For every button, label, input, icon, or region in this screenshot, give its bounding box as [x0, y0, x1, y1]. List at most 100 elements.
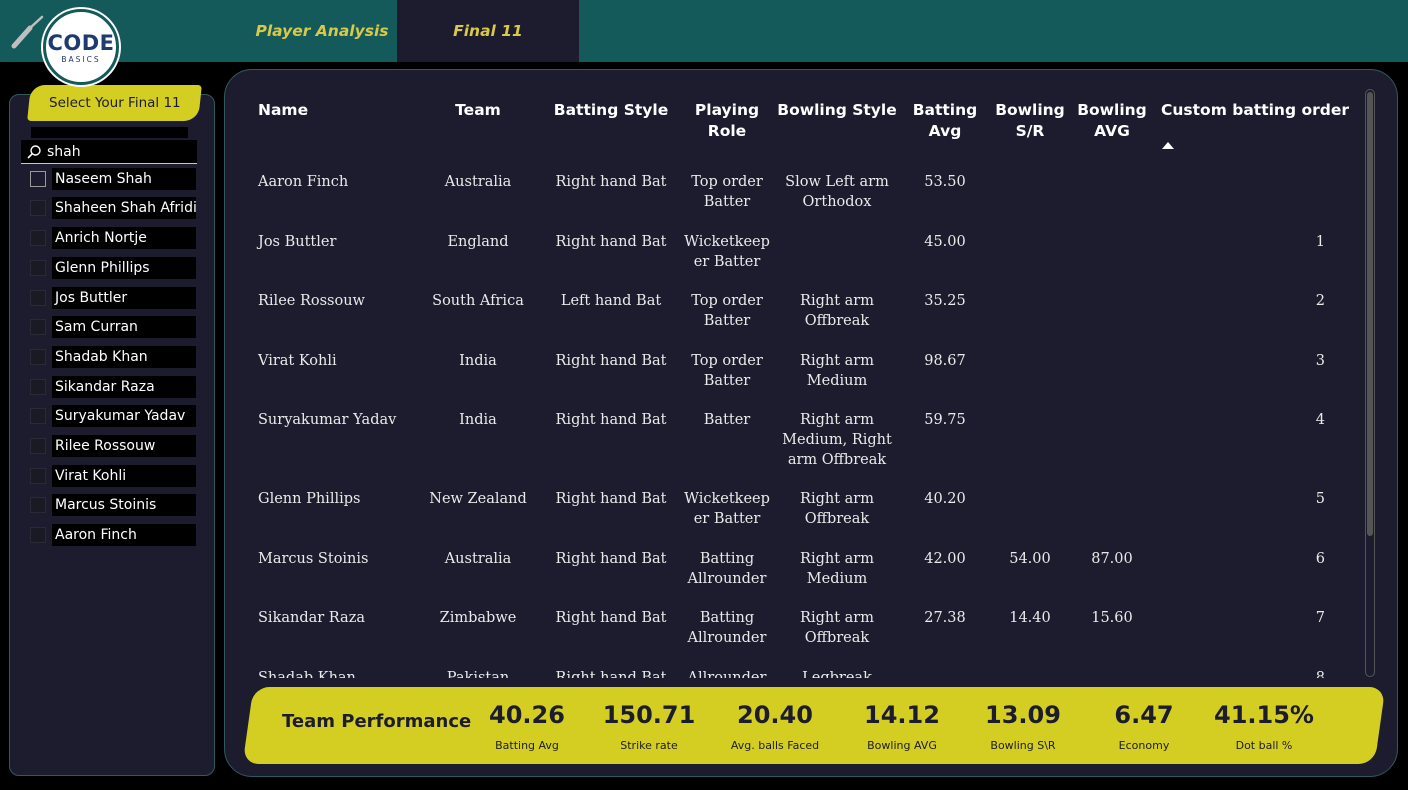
kpi-strike-rate-value: 150.71: [602, 701, 696, 729]
col-header-batting-style[interactable]: Batting Style: [551, 100, 671, 121]
players-table: Name Team Batting Style Playing Role Bow…: [224, 69, 1398, 777]
cell-order: 6: [1315, 551, 1325, 567]
col-header-team[interactable]: Team: [428, 100, 528, 121]
cell-bowling-style: Right arm Offbreak: [800, 491, 874, 527]
checkbox[interactable]: [30, 438, 46, 454]
table-scrollbar[interactable]: [1365, 89, 1375, 677]
cell-bowling-sr: 14.40: [1009, 610, 1051, 626]
checkbox[interactable]: [30, 379, 46, 395]
cell-bowling-style: Slow Left arm Orthodox: [785, 174, 889, 210]
checkbox[interactable]: [30, 527, 46, 543]
cell-name: Marcus Stoinis: [258, 551, 369, 567]
cell-order: 3: [1315, 353, 1325, 369]
kpi-economy-label: Economy: [1118, 739, 1170, 752]
checkbox[interactable]: [30, 260, 46, 276]
checkbox[interactable]: [30, 349, 46, 365]
search-icon: [21, 140, 47, 164]
slicer-item[interactable]: Shaheen Shah Afridi: [28, 197, 198, 219]
checkbox[interactable]: [30, 200, 46, 216]
kpi-batting-avg-label: Batting Avg: [495, 739, 559, 752]
search-box[interactable]: shah: [21, 140, 197, 164]
checkbox[interactable]: [30, 497, 46, 513]
col-header-name[interactable]: Name: [258, 100, 308, 121]
checkbox[interactable]: [30, 319, 46, 335]
cell-team: Zimbabwe: [439, 610, 517, 626]
tab-final-11[interactable]: Final 11: [397, 0, 579, 62]
kpi-avg-balls-label: Avg. balls Faced: [730, 739, 820, 752]
cell-batting-avg: 59.75: [924, 412, 966, 428]
checkbox[interactable]: [30, 408, 46, 424]
col-header-batting-avg[interactable]: Batting Avg: [909, 100, 981, 142]
cell-name: Rilee Rossouw: [258, 293, 365, 309]
kpi-bowling-avg-value: 14.12: [864, 701, 940, 729]
slicer-item[interactable]: Sam Curran: [28, 316, 198, 338]
slicer-title: Select Your Final 11: [27, 85, 202, 121]
cell-playing-role: Top order Batter: [691, 174, 763, 210]
cell-playing-role: Top order Batter: [691, 293, 763, 329]
col-header-playing-role[interactable]: Playing Role: [687, 100, 767, 142]
table-row[interactable]: Shadab Khan Pakistan Right hand Bat Allr…: [225, 668, 1365, 678]
cell-order: 5: [1315, 491, 1325, 507]
tab-player-analysis[interactable]: Player Analysis: [232, 0, 412, 62]
cell-batting-avg: 27.38: [924, 610, 966, 626]
cell-batting-avg: 35.25: [924, 293, 966, 309]
cell-playing-role: Wicketkeeper Batter: [684, 234, 770, 270]
cell-team: India: [459, 412, 497, 428]
slicer-item[interactable]: Sikandar Raza: [28, 376, 198, 398]
checkbox[interactable]: [30, 230, 46, 246]
slicer-item[interactable]: Naseem Shah: [28, 168, 198, 190]
checkbox[interactable]: [30, 290, 46, 306]
cell-team: New Zealand: [429, 491, 527, 507]
cell-bowling-style: Right arm Offbreak: [800, 610, 874, 646]
slicer-item[interactable]: Aaron Finch: [28, 524, 198, 546]
cell-bowling-style: Right arm Offbreak: [800, 293, 874, 329]
sort-ascending-icon[interactable]: [1162, 142, 1174, 149]
kpi-dot-ball-value: 41.15%: [1214, 701, 1314, 729]
codebasics-logo: CODE BASICS: [43, 9, 119, 85]
col-header-custom-order[interactable]: Custom batting order: [1161, 100, 1349, 121]
col-header-bowling-sr[interactable]: Bowling S/R: [993, 100, 1067, 142]
cell-name: Aaron Finch: [258, 174, 349, 190]
cell-playing-role: Batting Allrounder: [687, 551, 767, 587]
cell-name: Sikandar Raza: [258, 610, 365, 626]
slicer-item[interactable]: Glenn Phillips: [28, 257, 198, 279]
slicer-item[interactable]: Suryakumar Yadav: [28, 405, 198, 427]
cell-playing-role: Allrounder: [687, 670, 767, 678]
search-input[interactable]: shah: [47, 144, 81, 160]
cell-team: Australia: [444, 174, 512, 190]
cell-bowling-style: Right arm Medium: [800, 353, 874, 389]
kpi-economy-value: 6.47: [1114, 701, 1174, 729]
checkbox[interactable]: [30, 171, 46, 187]
kpi-bowling-sr-label: Bowling S\R: [990, 739, 1056, 752]
slicer-item[interactable]: Jos Buttler: [28, 287, 198, 309]
cell-batting-avg: 53.50: [924, 174, 966, 190]
cell-batting-style: Right hand Bat: [555, 551, 667, 567]
cell-bowling-style: Right arm Medium: [800, 551, 874, 587]
cell-name: Glenn Phillips: [258, 491, 361, 507]
cell-name: Virat Kohli: [258, 353, 337, 369]
checkbox[interactable]: [30, 468, 46, 484]
col-header-bowling-style[interactable]: Bowling Style: [777, 100, 897, 121]
cell-order: 2: [1315, 293, 1325, 309]
slicer-item[interactable]: Anrich Nortje: [28, 227, 198, 249]
slicer-item[interactable]: Marcus Stoinis: [28, 494, 198, 516]
header-bar: [0, 0, 1408, 62]
cell-order: 4: [1315, 412, 1325, 428]
cell-bowling-style: Right arm Medium, Right arm Offbreak: [782, 412, 892, 468]
cell-playing-role: Batter: [703, 412, 751, 428]
slicer-item[interactable]: Rilee Rossouw: [28, 435, 198, 457]
cell-team: Australia: [444, 551, 512, 567]
kpi-strike-rate-label: Strike rate: [620, 739, 678, 752]
cell-playing-role: Top order Batter: [691, 353, 763, 389]
cell-batting-avg: 98.67: [924, 353, 966, 369]
cell-name: Suryakumar Yadav: [258, 412, 397, 428]
cell-team: India: [459, 353, 497, 369]
scrollbar-thumb[interactable]: [1367, 92, 1373, 536]
cell-order: 8: [1315, 670, 1325, 678]
cell-name: Shadab Khan: [258, 670, 356, 678]
cell-batting-style: Right hand Bat: [555, 610, 667, 626]
col-header-bowling-avg[interactable]: Bowling AVG: [1075, 100, 1149, 142]
slicer-header-bar: [31, 127, 188, 138]
slicer-item[interactable]: Shadab Khan: [28, 346, 198, 368]
slicer-item[interactable]: Virat Kohli: [28, 465, 198, 487]
